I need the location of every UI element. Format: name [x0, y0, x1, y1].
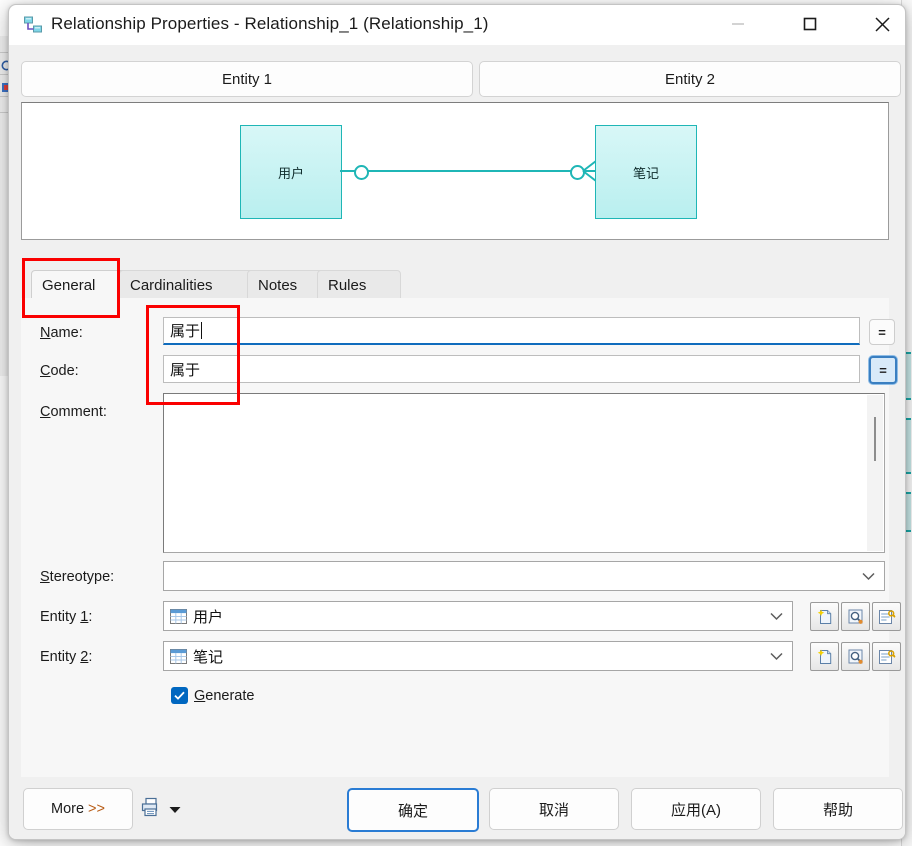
generate-label-text: enerate: [205, 687, 255, 704]
apply-button[interactable]: 应用(A): [631, 788, 761, 830]
tab-general-label: General: [42, 276, 96, 294]
tab-cardinalities-label: Cardinalities: [130, 276, 213, 294]
generate-label: Generate: [194, 688, 254, 704]
table-icon: [170, 608, 187, 624]
cardinality-symbol-left: [354, 165, 369, 180]
print-button-group[interactable]: [141, 797, 181, 822]
generate-checkbox-row[interactable]: Generate: [171, 687, 254, 704]
name-label: Name:: [40, 325, 83, 341]
code-equals-label: =: [879, 362, 887, 378]
entity1-create-icon-button[interactable]: [810, 602, 839, 631]
entity2-properties-icon-button[interactable]: [872, 642, 901, 671]
relationship-diagram-preview[interactable]: 用户 笔记: [21, 102, 889, 240]
entity2-create-icon-button[interactable]: [810, 642, 839, 671]
tab-entity-1[interactable]: Entity 1: [21, 61, 473, 97]
generate-label-accel: G: [194, 687, 206, 704]
relationship-icon: [23, 15, 43, 35]
stereotype-label-text: tereotype:: [49, 569, 115, 585]
table-icon: [170, 648, 187, 664]
tab-entity-2-label: Entity 2: [664, 70, 716, 88]
entity1-combobox[interactable]: 用户: [163, 601, 793, 631]
stereotype-combobox[interactable]: [163, 561, 885, 591]
stereotype-label-accel: S: [40, 569, 50, 585]
title-bar: Relationship Properties - Relationship_1…: [9, 5, 905, 45]
name-label-text: ame:: [50, 325, 83, 341]
diagram-entity-left[interactable]: 用户: [240, 125, 342, 219]
code-equals-button[interactable]: =: [869, 356, 897, 384]
entity2-label: Entity 2:: [40, 649, 92, 665]
generate-checkbox[interactable]: [171, 687, 188, 704]
close-button[interactable]: [859, 5, 905, 43]
more-button-arrows: >>: [88, 801, 105, 817]
tab-rules-label: Rules: [328, 276, 367, 294]
chevron-down-icon: [770, 648, 783, 665]
property-tab-bar: General Cardinalities Notes Rules: [21, 270, 889, 300]
tab-rules[interactable]: Rules: [317, 270, 401, 300]
text-caret: [201, 322, 203, 339]
general-tab-panel: Name: 属于 = Code: 属于 = Comment: Stereotyp…: [21, 298, 901, 783]
name-label-accel: N: [40, 325, 51, 341]
entity1-properties-icon-button[interactable]: [872, 602, 901, 631]
comment-label: Comment:: [40, 404, 107, 420]
entity1-label-suffix: :: [88, 609, 93, 625]
entity1-browse-icon-button[interactable]: [841, 602, 870, 631]
entity1-value: 用户: [193, 608, 224, 626]
tab-entity-1-label: Entity 1: [221, 70, 273, 88]
code-input-value: 属于: [170, 361, 201, 379]
maximize-button[interactable]: [787, 5, 833, 43]
window-title: Relationship Properties - Relationship_1…: [51, 14, 489, 33]
comment-label-accel: C: [40, 404, 51, 420]
entity2-label-suffix: :: [88, 649, 93, 665]
more-button[interactable]: More >>: [23, 788, 133, 830]
entity2-browse-icon-button[interactable]: [841, 642, 870, 671]
ok-button[interactable]: 确定: [347, 788, 479, 832]
code-input[interactable]: 属于: [163, 355, 860, 383]
entity2-label-prefix: Entity: [40, 649, 81, 665]
tab-entity-2[interactable]: Entity 2: [479, 61, 901, 97]
comment-label-text: omment:: [50, 404, 107, 420]
screen: Relationship Properties - Relationship_1…: [0, 0, 912, 846]
print-icon[interactable]: [141, 797, 160, 822]
apply-button-label: 应用(A): [671, 801, 721, 819]
code-label: Code:: [40, 363, 79, 379]
stereotype-label: Stereotype:: [40, 569, 114, 585]
entity1-label-prefix: Entity: [40, 609, 81, 625]
chevron-down-icon: [770, 608, 783, 625]
entity1-label: Entity 1:: [40, 609, 92, 625]
name-input-value: 属于: [170, 323, 201, 340]
tab-notes-label: Notes: [258, 276, 298, 294]
tab-cardinalities[interactable]: Cardinalities: [119, 270, 267, 300]
name-input[interactable]: 属于: [163, 317, 860, 345]
chevron-down-icon: [862, 568, 875, 585]
code-label-text: ode:: [50, 363, 79, 379]
chevron-down-icon[interactable]: [169, 801, 181, 819]
comment-scrollbar[interactable]: [867, 395, 883, 551]
code-label-accel: C: [40, 363, 51, 379]
relationship-properties-dialog: Relationship Properties - Relationship_1…: [8, 4, 906, 840]
more-button-label: More: [51, 801, 85, 817]
entity2-combobox[interactable]: 笔记: [163, 641, 793, 671]
cancel-button[interactable]: 取消: [489, 788, 619, 830]
name-equals-label: =: [878, 324, 886, 340]
dialog-footer: More >> 确定 取消 应用(A) 帮助: [9, 777, 905, 839]
relationship-line: [340, 170, 596, 172]
entity2-value: 笔记: [193, 648, 224, 666]
help-button[interactable]: 帮助: [773, 788, 903, 830]
diagram-entity-left-label: 用户: [277, 165, 304, 181]
diagram-entity-right-label: 笔记: [632, 165, 659, 181]
help-button-label: 帮助: [822, 801, 853, 819]
ok-button-label: 确定: [397, 802, 428, 820]
comment-scrollbar-thumb[interactable]: [874, 417, 876, 461]
minimize-button[interactable]: [715, 5, 761, 43]
entity-tab-bar: Entity 1 Entity 2: [21, 61, 901, 97]
comment-textarea[interactable]: [163, 393, 885, 553]
cancel-button-label: 取消: [538, 801, 569, 819]
name-equals-button[interactable]: =: [869, 319, 895, 345]
diagram-entity-right[interactable]: 笔记: [595, 125, 697, 219]
